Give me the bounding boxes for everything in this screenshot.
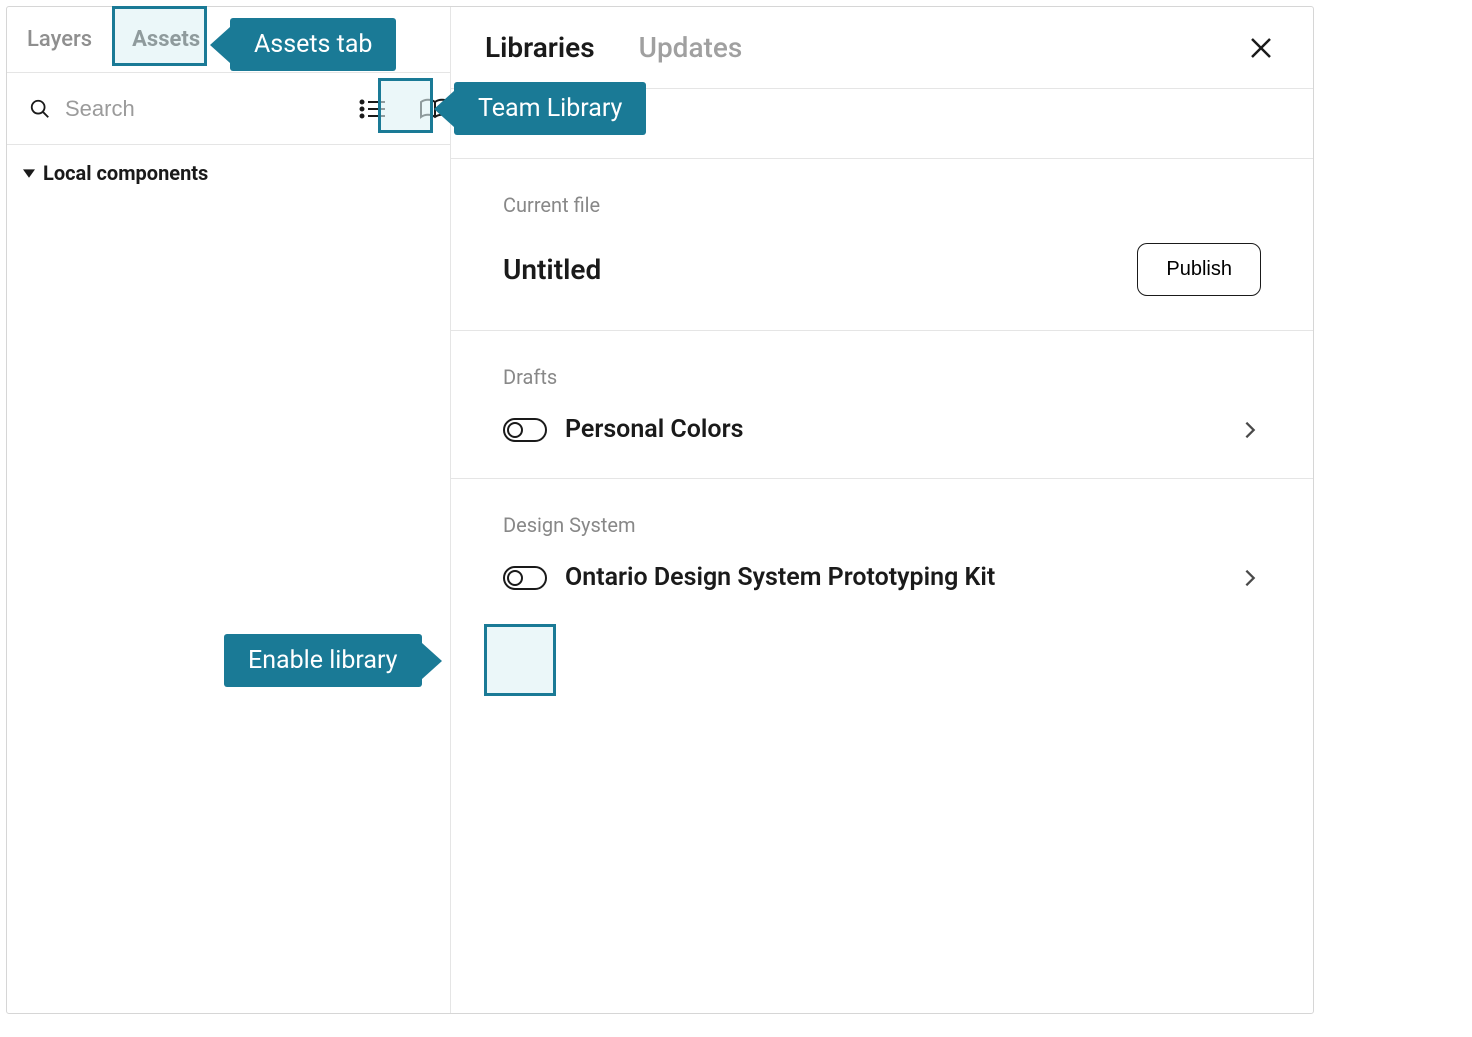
chevron-right-icon: [1239, 567, 1261, 589]
design-system-section: Design System Ontario Design System Prot…: [451, 479, 1313, 626]
tab-assets[interactable]: Assets: [112, 7, 220, 72]
tab-libraries[interactable]: Libraries: [485, 31, 595, 64]
drafts-heading: Drafts: [503, 365, 1261, 389]
libraries-header: Libraries Updates: [451, 7, 1313, 89]
chevron-right-icon: [1239, 419, 1261, 441]
local-components-section[interactable]: Local components: [7, 145, 450, 201]
toggle-ontario-kit[interactable]: [503, 566, 547, 590]
library-item-ontario-kit[interactable]: Ontario Design System Prototyping Kit: [503, 563, 1261, 592]
assets-search-row: [7, 73, 450, 145]
left-assets-panel: Layers Assets: [7, 7, 451, 1013]
assets-search-input[interactable]: [65, 96, 353, 122]
close-button[interactable]: [1243, 30, 1279, 66]
libraries-search-input[interactable]: [553, 111, 1261, 137]
disclosure-down-icon: [23, 167, 35, 179]
list-view-icon[interactable]: [353, 89, 393, 129]
tab-layers[interactable]: Layers: [7, 7, 112, 72]
callout-enable-library: Enable library: [224, 634, 422, 687]
drafts-section: Drafts Personal Colors: [451, 331, 1313, 479]
publish-button[interactable]: Publish: [1137, 243, 1261, 296]
search-icon: [29, 98, 51, 120]
current-file-name: Untitled: [503, 253, 601, 286]
library-item-label: Personal Colors: [565, 415, 1239, 444]
current-file-section: Current file Untitled Publish: [451, 159, 1313, 331]
toggle-personal-colors[interactable]: [503, 418, 547, 442]
tab-updates[interactable]: Updates: [639, 31, 743, 64]
current-file-label: Current file: [503, 193, 1261, 217]
design-system-heading: Design System: [503, 513, 1261, 537]
libraries-panel: Libraries Updates Current file Untitled: [451, 7, 1313, 1013]
library-item-label: Ontario Design System Prototyping Kit: [565, 563, 1239, 592]
callout-team-library: Team Library: [454, 82, 646, 135]
library-item-personal-colors[interactable]: Personal Colors: [503, 415, 1261, 444]
local-components-label: Local components: [43, 161, 208, 185]
callout-assets-tab: Assets tab: [230, 18, 396, 71]
